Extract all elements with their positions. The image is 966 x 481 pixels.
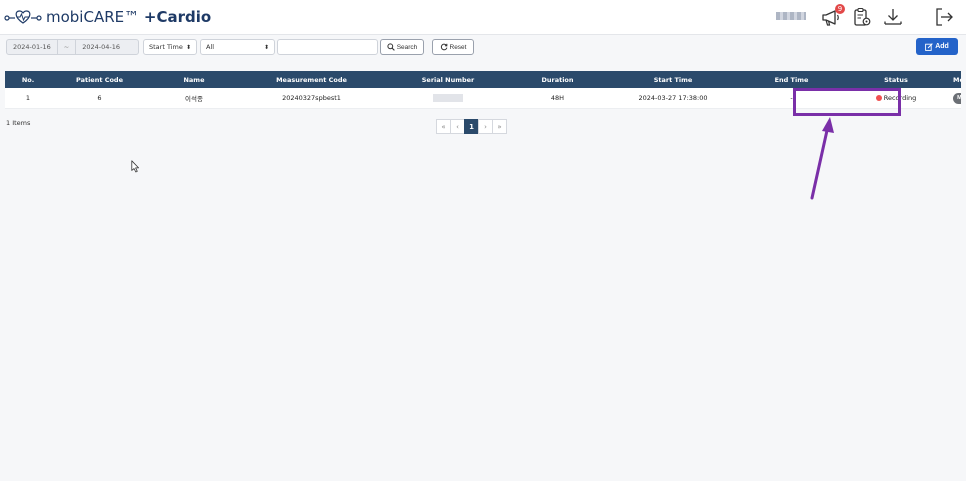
- date-separator: ~: [56, 40, 77, 54]
- col-header-serial-number[interactable]: Serial Number: [383, 76, 513, 84]
- time-field-select[interactable]: Start Time ⬍: [143, 39, 197, 55]
- col-header-no[interactable]: No.: [5, 76, 51, 84]
- logout-icon: [936, 8, 953, 26]
- brand-name: mobiCARE™ +Cardio: [46, 8, 211, 26]
- report-settings-button[interactable]: [851, 6, 873, 28]
- cell-end-time: -: [790, 94, 793, 102]
- download-icon: [884, 9, 902, 25]
- date-to[interactable]: 2024-04-16: [76, 43, 126, 51]
- page-prev-button[interactable]: ‹: [450, 119, 465, 134]
- notification-badge: 9: [835, 4, 845, 14]
- col-header-end-time[interactable]: End Time: [744, 76, 839, 84]
- col-header-status[interactable]: Status: [839, 76, 953, 84]
- date-range-picker[interactable]: 2024-01-16 ~ 2024-04-16: [6, 39, 139, 55]
- select-caret-icon: ⬍: [263, 43, 269, 51]
- category-select[interactable]: All ⬍: [200, 39, 275, 55]
- cell-modify: Modify: [953, 92, 961, 104]
- refresh-icon: [440, 43, 447, 51]
- table-row[interactable]: 1 6 이석종 20240327spbest1 48H 2024-03-27 1…: [5, 88, 961, 109]
- col-header-modify: Modify: [953, 75, 961, 84]
- cell-no: 1: [25, 94, 31, 102]
- select-caret-icon: ⬍: [185, 43, 191, 51]
- brand-text: mobiCARE™: [46, 8, 140, 26]
- reset-button[interactable]: Reset: [432, 39, 474, 55]
- cell-patient-code: 6: [97, 94, 102, 102]
- serial-number-blurred: [433, 94, 463, 102]
- mouse-cursor-icon: [131, 160, 139, 173]
- page-current-button[interactable]: 1: [464, 119, 479, 134]
- cell-duration: 48H: [550, 94, 565, 102]
- items-count: 1 Items: [6, 119, 31, 127]
- filter-toolbar: 2024-01-16 ~ 2024-04-16 Start Time ⬍ All…: [0, 35, 966, 59]
- col-header-name[interactable]: Name: [148, 76, 240, 84]
- col-header-patient-code[interactable]: Patient Code: [51, 76, 148, 84]
- user-name-blurred: [776, 12, 806, 20]
- date-from[interactable]: 2024-01-16: [7, 43, 57, 51]
- clipboard-gear-icon: [854, 7, 871, 26]
- modify-button[interactable]: Modify: [953, 92, 961, 104]
- add-button[interactable]: Add: [916, 38, 958, 55]
- download-button[interactable]: [882, 6, 904, 28]
- col-header-start-time[interactable]: Start Time: [602, 76, 744, 84]
- edit-icon: [925, 42, 933, 51]
- search-button-label: Search: [396, 43, 418, 51]
- cell-serial-number: [383, 94, 513, 102]
- app-logo[interactable]: mobiCARE™ +Cardio: [4, 7, 211, 27]
- app-header: mobiCARE™ +Cardio 9: [0, 0, 966, 35]
- heart-pulse-logo-icon: [4, 10, 42, 24]
- status-text: Recording: [883, 94, 917, 102]
- cell-name: 이석종: [185, 95, 203, 103]
- search-icon: [387, 43, 395, 51]
- cell-measurement-code: 20240327spbest1: [282, 94, 341, 102]
- logout-button[interactable]: [933, 6, 955, 28]
- pagination: « ‹ 1 › »: [436, 119, 507, 134]
- page-first-button[interactable]: «: [436, 119, 451, 134]
- cell-start-time: 2024-03-27 17:38:00: [638, 94, 708, 102]
- add-button-label: Add: [935, 43, 949, 50]
- search-input[interactable]: [277, 39, 378, 55]
- measurement-table: No. Patient Code Name Measurement Code S…: [5, 71, 961, 109]
- notification-button[interactable]: 9: [820, 4, 845, 28]
- table-header: No. Patient Code Name Measurement Code S…: [5, 71, 961, 88]
- time-field-value: Start Time: [149, 43, 183, 51]
- brand-plus-text: +Cardio: [143, 8, 212, 26]
- col-header-duration[interactable]: Duration: [513, 76, 602, 84]
- reset-button-label: Reset: [449, 43, 467, 51]
- search-button[interactable]: Search: [380, 39, 424, 55]
- page-next-button[interactable]: ›: [478, 119, 493, 134]
- col-header-measurement-code[interactable]: Measurement Code: [240, 76, 383, 84]
- recording-dot-icon: [875, 95, 882, 101]
- cell-status: Recording: [839, 94, 953, 102]
- category-value: All: [206, 43, 215, 51]
- page-last-button[interactable]: »: [492, 119, 507, 134]
